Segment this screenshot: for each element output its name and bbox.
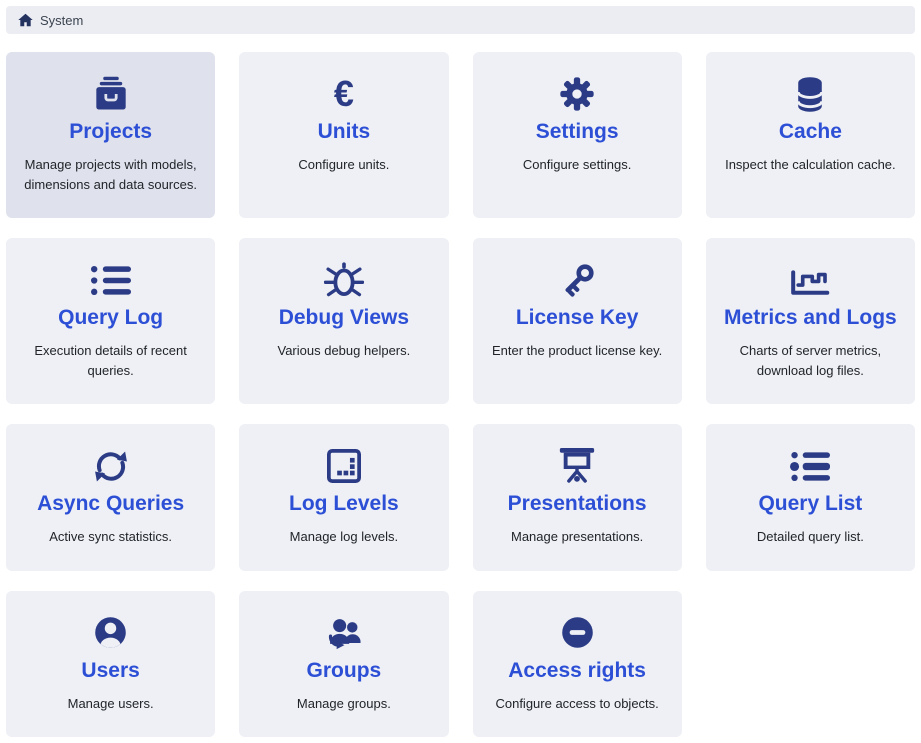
card-title[interactable]: Async Queries xyxy=(20,492,201,516)
card-description: Execution details of recent queries. xyxy=(20,341,201,380)
card-title[interactable]: Projects xyxy=(20,120,201,144)
card-access-rights[interactable]: Access rights Configure access to object… xyxy=(473,591,682,738)
card-title[interactable]: Cache xyxy=(720,120,901,144)
card-title[interactable]: Query List xyxy=(720,492,901,516)
card-title[interactable]: Units xyxy=(253,120,434,144)
card-description: Manage users. xyxy=(20,694,201,714)
card-title[interactable]: Users xyxy=(20,659,201,683)
card-title[interactable]: License Key xyxy=(487,306,668,330)
card-title[interactable]: Log Levels xyxy=(253,492,434,516)
card-query-list[interactable]: Query List Detailed query list. xyxy=(706,424,915,571)
list-alt-icon xyxy=(720,446,901,486)
euro-icon: € xyxy=(253,74,434,114)
card-description: Manage groups. xyxy=(253,694,434,714)
card-title[interactable]: Query Log xyxy=(20,306,201,330)
card-description: Manage log levels. xyxy=(253,527,434,547)
bug-icon xyxy=(253,260,434,300)
card-title[interactable]: Groups xyxy=(253,659,434,683)
user-circle-icon xyxy=(20,613,201,653)
breadcrumb-label: System xyxy=(40,13,83,28)
card-debug-views[interactable]: Debug Views Various debug helpers. xyxy=(239,238,448,404)
card-title[interactable]: Metrics and Logs xyxy=(720,306,901,330)
card-async-queries[interactable]: Async Queries Active sync statistics. xyxy=(6,424,215,571)
card-description: Enter the product license key. xyxy=(487,341,668,361)
system-page: System Projects Manage projects with mod… xyxy=(0,0,921,743)
card-title[interactable]: Settings xyxy=(487,120,668,144)
card-title[interactable]: Access rights xyxy=(487,659,668,683)
card-users[interactable]: Users Manage users. xyxy=(6,591,215,738)
card-license-key[interactable]: License Key Enter the product license ke… xyxy=(473,238,682,404)
presentation-icon xyxy=(487,446,668,486)
card-metrics-and-logs[interactable]: Metrics and Logs Charts of server metric… xyxy=(706,238,915,404)
card-settings[interactable]: Settings Configure settings. xyxy=(473,52,682,218)
card-presentations[interactable]: Presentations Manage presentations. xyxy=(473,424,682,571)
gear-icon xyxy=(487,74,668,114)
breadcrumb: System xyxy=(6,6,915,34)
card-description: Configure access to objects. xyxy=(487,694,668,714)
card-description: Various debug helpers. xyxy=(253,341,434,361)
card-groups[interactable]: Groups Manage groups. xyxy=(239,591,448,738)
card-query-log[interactable]: Query Log Execution details of recent qu… xyxy=(6,238,215,404)
minus-circle-icon xyxy=(487,613,668,653)
card-projects[interactable]: Projects Manage projects with models, di… xyxy=(6,52,215,218)
key-icon xyxy=(487,260,668,300)
card-description: Inspect the calculation cache. xyxy=(720,155,901,175)
card-title[interactable]: Presentations xyxy=(487,492,668,516)
sync-icon xyxy=(20,446,201,486)
archive-icon xyxy=(20,74,201,114)
card-description: Configure units. xyxy=(253,155,434,175)
card-title[interactable]: Debug Views xyxy=(253,306,434,330)
list-icon xyxy=(20,260,201,300)
card-log-levels[interactable]: Log Levels Manage log levels. xyxy=(239,424,448,571)
database-icon xyxy=(720,74,901,114)
step-chart-icon xyxy=(720,260,901,300)
card-description: Detailed query list. xyxy=(720,527,901,547)
card-grid: Projects Manage projects with models, di… xyxy=(6,52,915,737)
card-description: Charts of server metrics, download log f… xyxy=(720,341,901,380)
card-description: Manage projects with models, dimensions … xyxy=(20,155,201,194)
card-cache[interactable]: Cache Inspect the calculation cache. xyxy=(706,52,915,218)
users-icon xyxy=(253,613,434,653)
card-units[interactable]: € Units Configure units. xyxy=(239,52,448,218)
home-icon[interactable] xyxy=(18,13,33,27)
card-description: Active sync statistics. xyxy=(20,527,201,547)
bar-chart-square-icon xyxy=(253,446,434,486)
card-description: Manage presentations. xyxy=(487,527,668,547)
card-description: Configure settings. xyxy=(487,155,668,175)
